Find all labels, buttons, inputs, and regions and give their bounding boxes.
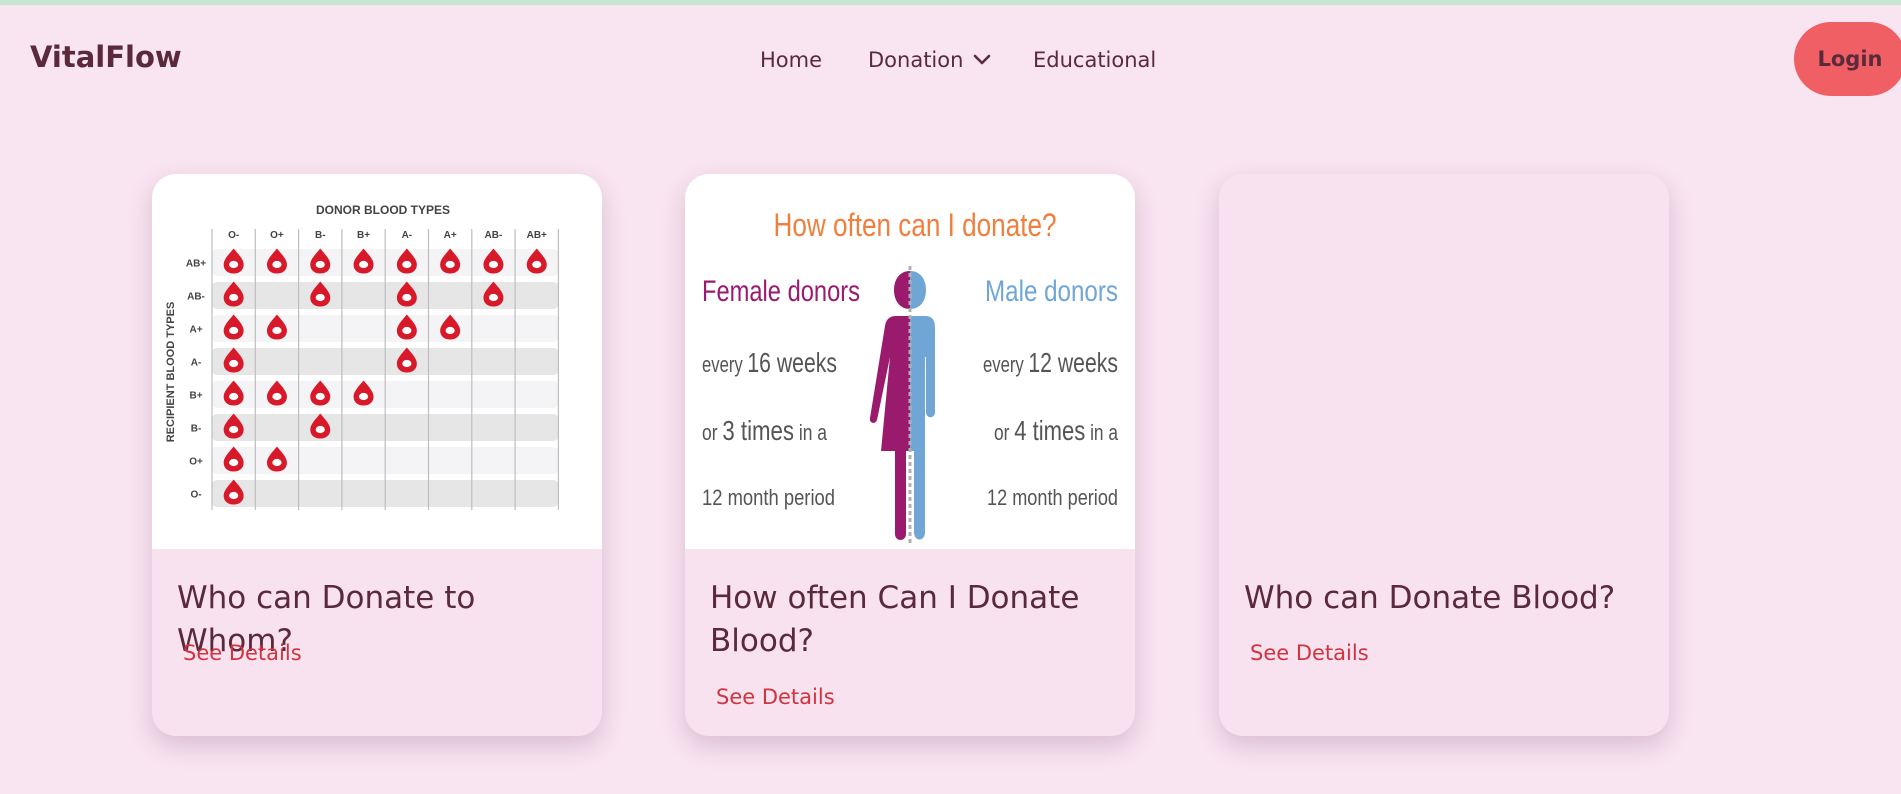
card-how-often-can-i-donate: How often can I donate? Female donors Ma… (685, 174, 1135, 736)
donor-label: AB+ (527, 230, 547, 241)
female-frequency-line: every 16 weeks (702, 347, 837, 378)
donor-label: O- (228, 230, 239, 241)
nav-educational[interactable]: Educational (1033, 48, 1156, 72)
female-period-line: 12 month period (702, 485, 835, 510)
nav-donation-dropdown[interactable]: Donation (868, 48, 991, 72)
recipient-label: O+ (189, 457, 203, 468)
nav-home[interactable]: Home (760, 48, 822, 72)
app-logo[interactable]: VitalFlow (30, 40, 182, 74)
see-details-link[interactable]: See Details (716, 685, 835, 709)
male-times-line: or 4 times in a (994, 415, 1119, 446)
donor-label: O+ (270, 230, 284, 241)
female-donors-label: Female donors (702, 275, 860, 308)
infographic-title: How often can I donate? (774, 207, 1057, 243)
recipient-label: AB+ (186, 259, 206, 270)
login-button[interactable]: Login (1794, 22, 1901, 96)
donor-label: AB- (485, 230, 503, 241)
chevron-down-icon (974, 54, 991, 65)
female-times-line: or 3 times in a (702, 415, 828, 446)
donor-label: A+ (444, 230, 457, 241)
card-image-placeholder (1219, 174, 1669, 549)
donation-frequency-infographic: How often can I donate? Female donors Ma… (685, 174, 1135, 549)
male-period-line: 12 month period (987, 485, 1118, 510)
male-donors-label: Male donors (985, 275, 1118, 308)
recipient-label: AB- (187, 292, 205, 303)
recipient-label: A- (191, 358, 202, 369)
female-figure-icon (869, 271, 910, 540)
compatibility-chart-svg: DONOR BLOOD TYPES RECIPIENT BLOOD TYPES … (165, 203, 559, 510)
see-details-link[interactable]: See Details (1250, 641, 1369, 665)
card-title: How often Can I Donate Blood? (710, 580, 1080, 659)
see-details-link[interactable]: See Details (183, 641, 302, 665)
male-figure-icon (910, 271, 935, 540)
card-who-can-donate-blood: Who can Donate Blood? See Details (1219, 174, 1669, 736)
recipient-label: B- (191, 424, 202, 435)
card-title: Who can Donate Blood? (1244, 580, 1616, 616)
top-accent-line (0, 0, 1901, 5)
male-frequency-line: every 12 weeks (983, 347, 1118, 378)
recipient-label: A+ (189, 325, 202, 336)
chart-title: DONOR BLOOD TYPES (316, 203, 450, 217)
recipient-label: B+ (189, 391, 202, 402)
infographic-svg: How often can I donate? Female donors Ma… (702, 207, 1119, 546)
nav-donation-label: Donation (868, 48, 964, 72)
card-who-can-donate-to-whom: DONOR BLOOD TYPES RECIPIENT BLOOD TYPES … (152, 174, 602, 736)
donor-label: A- (402, 230, 413, 241)
blood-compatibility-chart: DONOR BLOOD TYPES RECIPIENT BLOOD TYPES … (152, 174, 602, 549)
recipient-label: O- (190, 490, 201, 501)
donor-label: B- (315, 230, 326, 241)
donor-label: B+ (357, 230, 370, 241)
chart-y-label: RECIPIENT BLOOD TYPES (165, 302, 177, 443)
